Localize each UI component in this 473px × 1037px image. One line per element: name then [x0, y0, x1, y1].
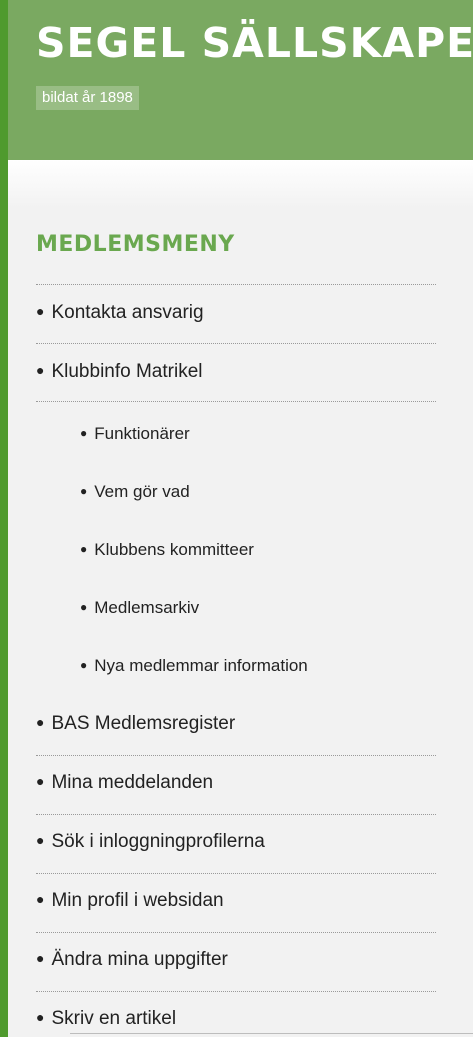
menu-item-label: Mina meddelanden — [51, 772, 214, 793]
menu-divider — [36, 991, 436, 992]
site-title[interactable]: SEGEL SÄLLSKAPET — [36, 19, 473, 67]
submenu-item-nya-medlemmar[interactable]: ● Nya medlemmar information — [80, 656, 436, 676]
bullet-icon: ● — [36, 891, 45, 907]
menu-divider — [36, 343, 436, 344]
bullet-icon: ● — [36, 714, 45, 730]
bullet-icon: ● — [36, 362, 45, 378]
bullet-icon: ● — [80, 658, 88, 672]
bullet-icon: ● — [36, 1009, 45, 1025]
menu-item-skriv-artikel[interactable]: ● Skriv en artikel — [36, 1008, 436, 1030]
header-shadow — [8, 160, 473, 208]
site-header: SEGEL SÄLLSKAPET bildat år 1898 — [8, 0, 473, 160]
menu-item-bas-medlemsregister[interactable]: ● BAS Medlemsregister — [36, 713, 436, 735]
menu-item-label: Skriv en artikel — [51, 1008, 177, 1029]
menu-item-label: Nya medlemmar information — [94, 656, 308, 675]
menu-item-label: Klubbinfo Matrikel — [51, 361, 203, 382]
submenu-item-klubbens-kommitteer[interactable]: ● Klubbens kommitteer — [80, 540, 436, 560]
submenu-item-vem-gor-vad[interactable]: ● Vem gör vad — [80, 482, 436, 502]
menu-item-label: Funktionärer — [94, 424, 190, 443]
menu-divider — [36, 284, 436, 285]
menu-divider — [36, 401, 436, 402]
menu-item-klubbinfo-matrikel[interactable]: ● Klubbinfo Matrikel — [36, 361, 436, 383]
menu-title: MEDLEMSMENY — [36, 232, 235, 257]
bullet-icon: ● — [36, 773, 45, 789]
menu-item-label: Klubbens kommitteer — [94, 540, 254, 559]
menu-divider — [36, 873, 436, 874]
bullet-icon: ● — [80, 542, 88, 556]
menu-divider — [36, 932, 436, 933]
bullet-icon: ● — [36, 832, 45, 848]
bullet-icon: ● — [80, 426, 88, 440]
menu-item-label: Min profil i websidan — [51, 890, 224, 911]
menu-item-label: Medlemsarkiv — [94, 598, 200, 617]
menu-item-andra-uppgifter[interactable]: ● Ändra mina uppgifter — [36, 949, 436, 971]
menu-item-kontakta-ansvarig[interactable]: ● Kontakta ansvarig — [36, 302, 436, 324]
bullet-icon: ● — [36, 303, 45, 319]
bullet-icon: ● — [80, 484, 88, 498]
menu-item-label: Vem gör vad — [94, 482, 190, 501]
submenu-item-medlemsarkiv[interactable]: ● Medlemsarkiv — [80, 598, 436, 618]
menu-item-label: Sök i inloggningprofilerna — [51, 831, 265, 852]
menu-item-label: BAS Medlemsregister — [51, 713, 236, 734]
bullet-icon: ● — [36, 950, 45, 966]
menu-item-label: Kontakta ansvarig — [51, 302, 204, 323]
menu-divider — [36, 755, 436, 756]
menu-item-sok-inloggningprofilerna[interactable]: ● Sök i inloggningprofilerna — [36, 831, 436, 853]
submenu-item-funktionarer[interactable]: ● Funktionärer — [80, 424, 436, 444]
left-border — [0, 0, 8, 1037]
menu-item-min-profil[interactable]: ● Min profil i websidan — [36, 890, 436, 912]
menu-item-label: Ändra mina uppgifter — [51, 949, 228, 970]
bullet-icon: ● — [80, 600, 88, 614]
site-tagline: bildat år 1898 — [36, 86, 139, 110]
menu-divider — [36, 814, 436, 815]
menu-item-mina-meddelanden[interactable]: ● Mina meddelanden — [36, 772, 436, 794]
bottom-border — [70, 1033, 473, 1034]
